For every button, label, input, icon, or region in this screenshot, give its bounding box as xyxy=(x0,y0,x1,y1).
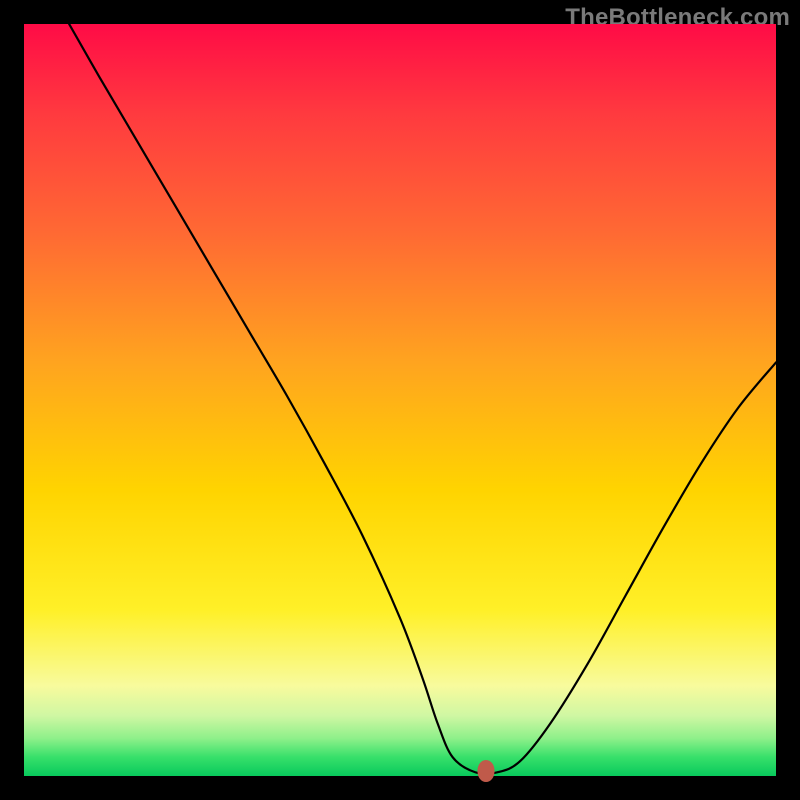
bottleneck-curve xyxy=(69,24,776,774)
curve-svg xyxy=(24,24,776,776)
plot-area xyxy=(24,24,776,776)
chart-stage: TheBottleneck.com xyxy=(0,0,800,800)
optimal-marker xyxy=(478,760,495,782)
